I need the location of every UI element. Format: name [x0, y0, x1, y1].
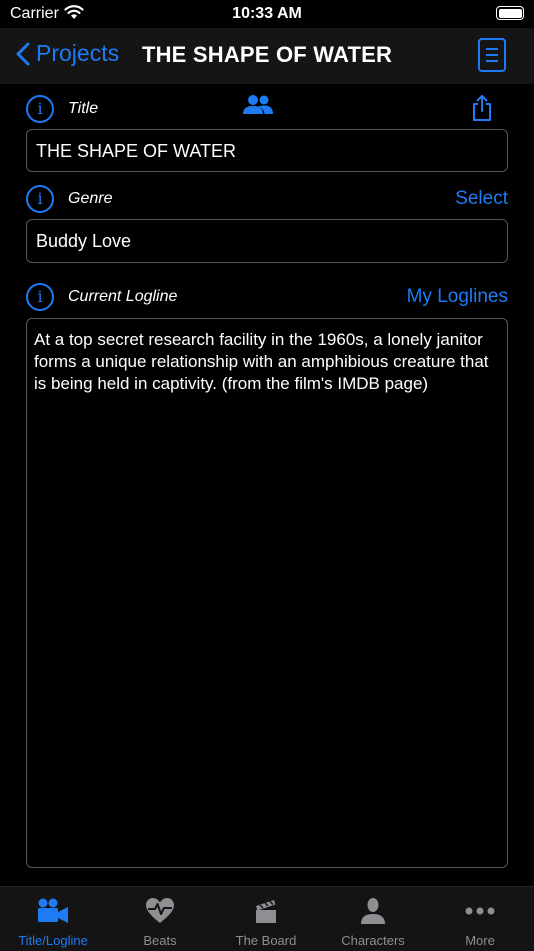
logline-textarea[interactable]: At a top secret research facility in the… [26, 318, 508, 868]
logline-info-icon[interactable]: i [26, 283, 54, 311]
tab-more[interactable]: More [426, 887, 534, 951]
genre-select-button[interactable]: Select [455, 188, 508, 210]
tab-label: More [465, 933, 495, 948]
genre-label: Genre [68, 190, 113, 207]
genre-field[interactable]: Buddy Love [26, 219, 508, 263]
tab-label: Beats [143, 933, 177, 948]
logline-label: Current Logline [68, 288, 178, 305]
tab-title-logline[interactable]: Title/Logline [0, 887, 106, 951]
video-camera-icon [38, 898, 68, 923]
person-icon [361, 898, 385, 924]
genre-info-icon[interactable]: i [26, 185, 54, 213]
genre-label-row: i Genre Select [26, 185, 508, 213]
tab-characters[interactable]: Characters [320, 887, 426, 951]
clock: 10:33 AM [232, 5, 302, 22]
page-title: THE SHAPE OF WATER [141, 42, 393, 67]
tab-bar: Title/Logline Beats The Board Characters… [0, 886, 534, 951]
clapperboard-icon [256, 900, 276, 923]
logline-text: At a top secret research facility in the… [34, 330, 489, 393]
title-field[interactable]: THE SHAPE OF WATER [26, 129, 508, 172]
genre-value: Buddy Love [36, 231, 132, 251]
tab-beats[interactable]: Beats [107, 887, 213, 951]
tab-label: The Board [235, 933, 297, 948]
battery-icon [496, 6, 524, 20]
navigation-bar: Projects THE SHAPE OF WATER [0, 28, 534, 84]
status-bar: Carrier 10:33 AM [0, 0, 534, 28]
share-icon[interactable] [471, 94, 493, 122]
title-label: Title [68, 100, 99, 117]
heart-pulse-icon [146, 898, 174, 923]
tab-label: Characters [341, 933, 405, 948]
tab-label: Title/Logline [18, 933, 88, 948]
more-dots-icon [465, 907, 495, 915]
document-icon[interactable] [478, 38, 506, 72]
people-icon[interactable] [242, 94, 274, 116]
tab-the-board[interactable]: The Board [213, 887, 319, 951]
title-value: THE SHAPE OF WATER [36, 141, 237, 161]
my-loglines-button[interactable]: My Loglines [407, 286, 508, 308]
title-info-icon[interactable]: i [26, 95, 54, 123]
logline-label-row: i Current Logline My Loglines [26, 283, 508, 311]
